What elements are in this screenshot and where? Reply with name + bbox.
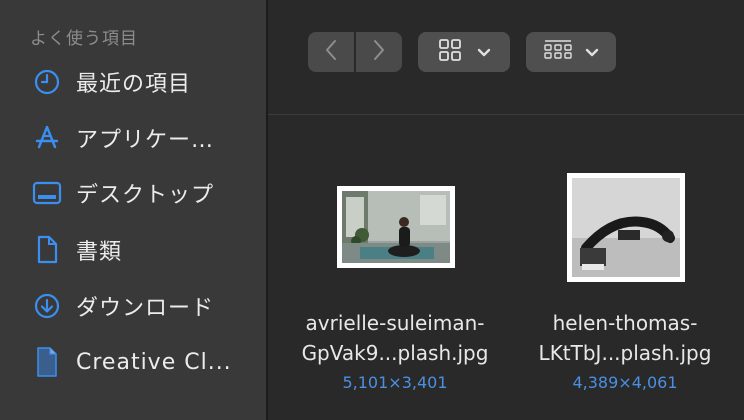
back-button[interactable] <box>308 32 354 72</box>
sidebar-item-label: Creative Cl... <box>76 349 232 375</box>
file-dimensions: 5,101×3,401 <box>342 373 448 392</box>
sidebar-item-label: 最近の項目 <box>76 72 192 97</box>
applications-icon <box>30 121 64 155</box>
sidebar-item-label: 書類 <box>76 240 123 265</box>
file-thumbnail-stretch-bw[interactable] <box>567 173 685 282</box>
grid-view-icon <box>437 38 463 66</box>
sidebar-item-applications[interactable]: アプリケー… <box>30 118 260 158</box>
forward-button[interactable] <box>356 32 402 72</box>
file-name-line2[interactable]: GpVak9...plash.jpg <box>290 338 500 368</box>
view-options-button[interactable] <box>418 32 510 72</box>
sidebar-item-desktop[interactable]: デスクトップ <box>30 173 260 213</box>
file-icon <box>30 345 64 379</box>
file-name-line1[interactable]: helen-thomas- <box>520 308 730 338</box>
clock-icon <box>30 65 64 99</box>
sidebar-item-label: デスクトップ <box>76 183 215 208</box>
back-chevron-icon <box>324 39 338 65</box>
sidebar-item-creative-cloud[interactable]: Creative Cl... <box>30 342 260 382</box>
sidebar-item-recents[interactable]: 最近の項目 <box>30 62 260 102</box>
chevron-down-icon <box>477 43 491 62</box>
group-by-icon <box>543 38 573 66</box>
photo-image <box>572 178 680 277</box>
file-name-line1[interactable]: avrielle-suleiman- <box>290 308 500 338</box>
toolbar-divider <box>268 114 744 115</box>
sidebar-section-title: よく使う項目 <box>30 29 138 49</box>
document-icon <box>30 233 64 267</box>
sidebar-item-downloads[interactable]: ダウンロード <box>30 286 260 326</box>
download-icon <box>30 289 64 323</box>
desktop-icon <box>30 176 64 210</box>
file-thumbnail-yoga-indoor[interactable] <box>337 186 455 268</box>
sidebar-item-documents[interactable]: 書類 <box>30 230 260 270</box>
group-options-button[interactable] <box>526 32 616 72</box>
sidebar: よく使う項目 最近の項目 アプリケー… デスクトップ 書類 ダウンロード Cre… <box>0 0 266 420</box>
file-dimensions: 4,389×4,061 <box>572 373 678 392</box>
sidebar-item-label: アプリケー… <box>76 128 215 153</box>
sidebar-item-label: ダウンロード <box>76 296 215 321</box>
photo-image <box>342 191 450 263</box>
file-name-line2[interactable]: LKtTbJ...plash.jpg <box>520 338 730 368</box>
forward-chevron-icon <box>372 39 386 65</box>
navigation-buttons <box>308 32 402 72</box>
chevron-down-icon <box>585 43 599 62</box>
